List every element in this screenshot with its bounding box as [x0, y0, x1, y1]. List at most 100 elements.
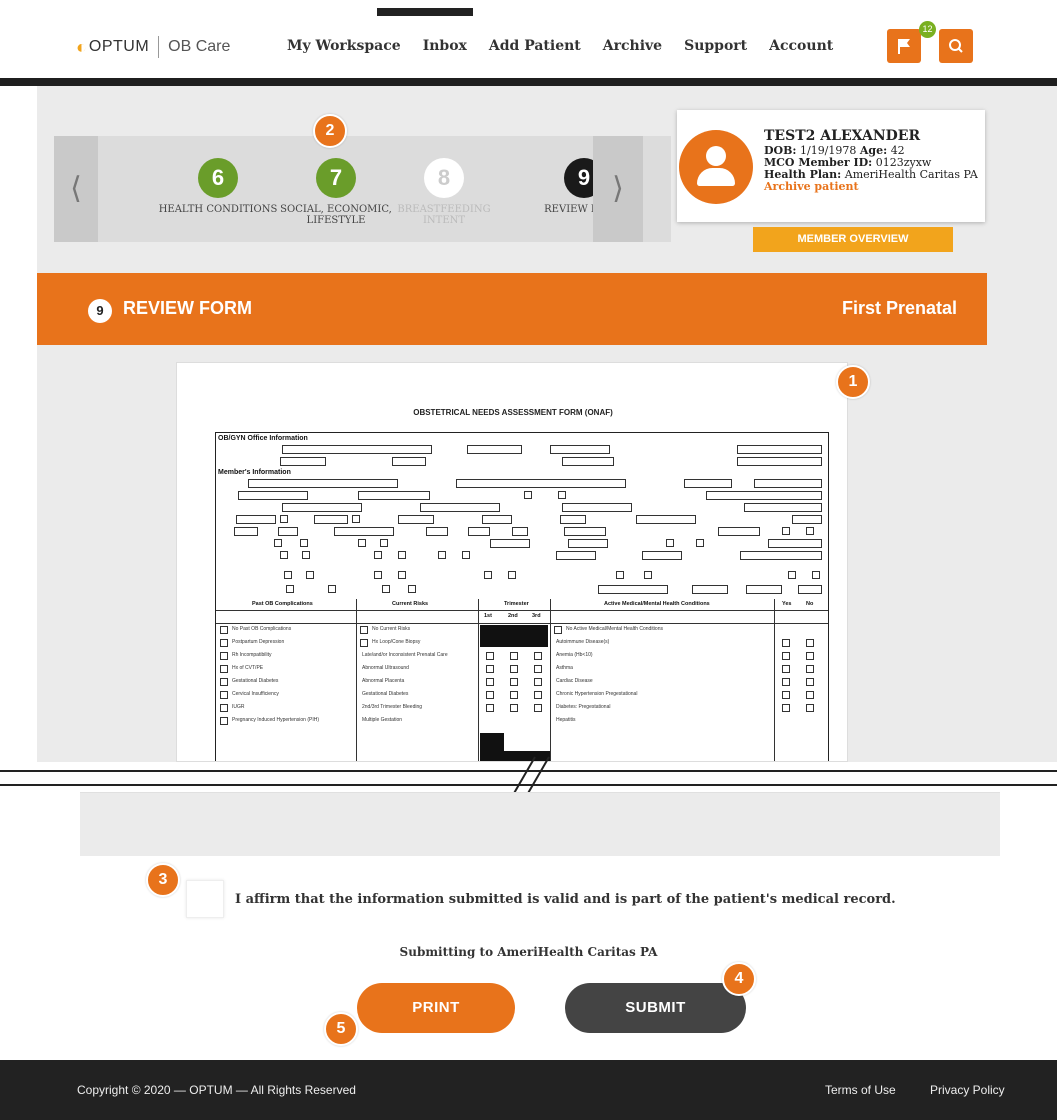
complication-item: Pregnancy Induced Hypertension (PIH)	[232, 717, 319, 723]
plan-value: AmeriHealth Caritas PA	[844, 168, 978, 181]
nav-account[interactable]: Account	[769, 38, 833, 54]
user-body-icon	[697, 168, 735, 186]
table-header-yes: Yes	[782, 601, 792, 607]
chevron-right-icon: ⟩	[612, 171, 624, 206]
nav-archive[interactable]: Archive	[603, 38, 662, 54]
top-header: ◐ OPTUM OB Care My Workspace Inbox Add P…	[0, 0, 1057, 80]
page-break-indicator	[0, 756, 1057, 796]
condition-item: Chronic Hypertension Pregestational	[556, 691, 638, 697]
risk-item: Hx Loop/Cone Biopsy	[372, 639, 421, 645]
print-button[interactable]: PRINT	[357, 983, 515, 1033]
review-step-number: 9	[88, 299, 112, 323]
submitting-to-label: Submitting to AmeriHealth Caritas PA	[399, 945, 658, 959]
step-social-economic-lifestyle[interactable]: 7 SOCIAL, ECONOMIC, LIFESTYLE	[276, 136, 396, 242]
form-document: OB/GYN Office Information Member's Infor…	[215, 432, 829, 761]
form-row	[222, 479, 822, 488]
flag-icon	[898, 39, 910, 54]
step-carousel: ⟨ 6 HEALTH CONDITIONS 7 SOCIAL, ECONOMIC…	[54, 136, 671, 242]
chevron-left-icon: ⟨	[70, 171, 82, 206]
step-number: 8	[424, 158, 464, 198]
step-label: HEALTH CONDITIONS	[158, 204, 278, 215]
risk-item: Abnormal Ultrasound	[362, 665, 409, 671]
carousel-prev-button[interactable]: ⟨	[54, 136, 98, 242]
step-breastfeeding-intent[interactable]: 8 BREASTFEEDING INTENT	[384, 136, 504, 242]
risk-item: Abnormal Placenta	[362, 678, 405, 684]
form-preview[interactable]: OBSTETRICAL NEEDS ASSESSMENT FORM (ONAF)…	[176, 362, 848, 762]
trimester-3rd: 3rd	[532, 613, 541, 619]
condition-item: Autoimmune Disease(s)	[556, 639, 610, 645]
patient-name: TEST2 ALEXANDER	[764, 128, 921, 144]
trimester-1st: 1st	[484, 613, 492, 619]
logo[interactable]: ◐ OPTUM OB Care	[76, 36, 230, 58]
form-row	[222, 445, 822, 454]
table-header-trimester: Trimester	[504, 601, 529, 607]
form-row	[222, 503, 822, 512]
optum-logo-icon: ◐	[76, 36, 87, 57]
form-row	[222, 515, 822, 524]
complication-item: IUGR	[232, 704, 245, 710]
step-number: 7	[316, 158, 356, 198]
condition-item: Asthma	[556, 665, 573, 671]
form-row	[222, 585, 822, 594]
callout-marker-3: 3	[146, 863, 180, 897]
review-form-title: REVIEW FORM	[123, 298, 252, 318]
review-form-header: 9 REVIEW FORM First Prenatal	[37, 273, 987, 345]
complication-item: Rh Incompatibility	[232, 652, 272, 658]
complication-item: Cervical Insufficiency	[232, 691, 279, 697]
step-label: SOCIAL, ECONOMIC, LIFESTYLE	[280, 204, 392, 226]
condition-item: Diabetes: Pregestational	[556, 704, 611, 710]
terms-of-use-link[interactable]: Terms of Use	[825, 1083, 896, 1097]
footer: Copyright © 2020 — OPTUM — All Rights Re…	[0, 1060, 1057, 1120]
risk-item: 2nd/3rd Trimester Bleeding	[362, 704, 423, 710]
step-health-conditions[interactable]: 6 HEALTH CONDITIONS	[158, 136, 278, 242]
table-header-no: No	[806, 601, 814, 607]
privacy-policy-link[interactable]: Privacy Policy	[930, 1083, 1005, 1097]
risk-item: Gestational Diabetes	[362, 691, 409, 697]
form-row	[222, 457, 822, 466]
carousel-next-button[interactable]: ⟩	[593, 136, 643, 242]
user-head-icon	[706, 146, 726, 166]
product-name: OB Care	[168, 38, 231, 55]
nav-support[interactable]: Support	[684, 38, 747, 54]
member-overview-button[interactable]: MEMBER OVERVIEW	[753, 227, 953, 252]
header-divider	[0, 78, 1057, 86]
form-section-member: Member's Information	[218, 469, 291, 476]
avatar	[679, 130, 753, 204]
table-header-conditions: Active Medical/Mental Health Conditions	[604, 601, 710, 607]
risk-item: No Current Risks	[372, 626, 411, 632]
step-number: 6	[198, 158, 238, 198]
submit-button[interactable]: SUBMIT	[565, 983, 746, 1033]
content-area-bottom	[80, 792, 1000, 856]
brand-name: OPTUM	[88, 38, 150, 55]
risk-item: Late/and/or Inconsistent Prenatal Care	[362, 652, 448, 658]
table-header-risks: Current Risks	[392, 601, 429, 607]
header-notch	[377, 8, 473, 16]
form-row	[222, 527, 822, 536]
nav-my-workspace[interactable]: My Workspace	[287, 38, 401, 54]
form-row	[222, 491, 822, 500]
condition-item: Anemia (Hb<10)	[556, 652, 593, 658]
affirm-checkbox[interactable]	[186, 880, 224, 918]
copyright-text: Copyright © 2020 — OPTUM — All Rights Re…	[77, 1083, 356, 1097]
callout-marker-1: 1	[836, 365, 870, 399]
notification-count-badge: 12	[919, 21, 936, 38]
form-row	[222, 551, 822, 560]
form-section-office: OB/GYN Office Information	[218, 435, 308, 442]
form-type-label: First Prenatal	[841, 298, 957, 318]
search-button[interactable]	[939, 29, 973, 63]
callout-marker-4: 4	[722, 962, 756, 996]
form-row	[222, 571, 822, 580]
condition-item: No Active Medical/Mental Health Conditio…	[566, 626, 663, 632]
callout-marker-2: 2	[313, 114, 347, 148]
notifications-button[interactable]	[887, 29, 921, 63]
trimester-2nd: 2nd	[508, 613, 518, 619]
archive-patient-link[interactable]: Archive patient	[764, 181, 978, 193]
complication-item: Hx of CVT/PE	[232, 665, 264, 671]
step-label: BREASTFEEDING INTENT	[397, 204, 491, 226]
complication-item: Gestational Diabetes	[232, 678, 279, 684]
form-row	[222, 539, 822, 548]
condition-item: Hepatitis	[556, 717, 576, 723]
form-document-title: OBSTETRICAL NEEDS ASSESSMENT FORM (ONAF)	[413, 408, 613, 417]
nav-add-patient[interactable]: Add Patient	[489, 38, 581, 54]
nav-inbox[interactable]: Inbox	[423, 38, 467, 54]
